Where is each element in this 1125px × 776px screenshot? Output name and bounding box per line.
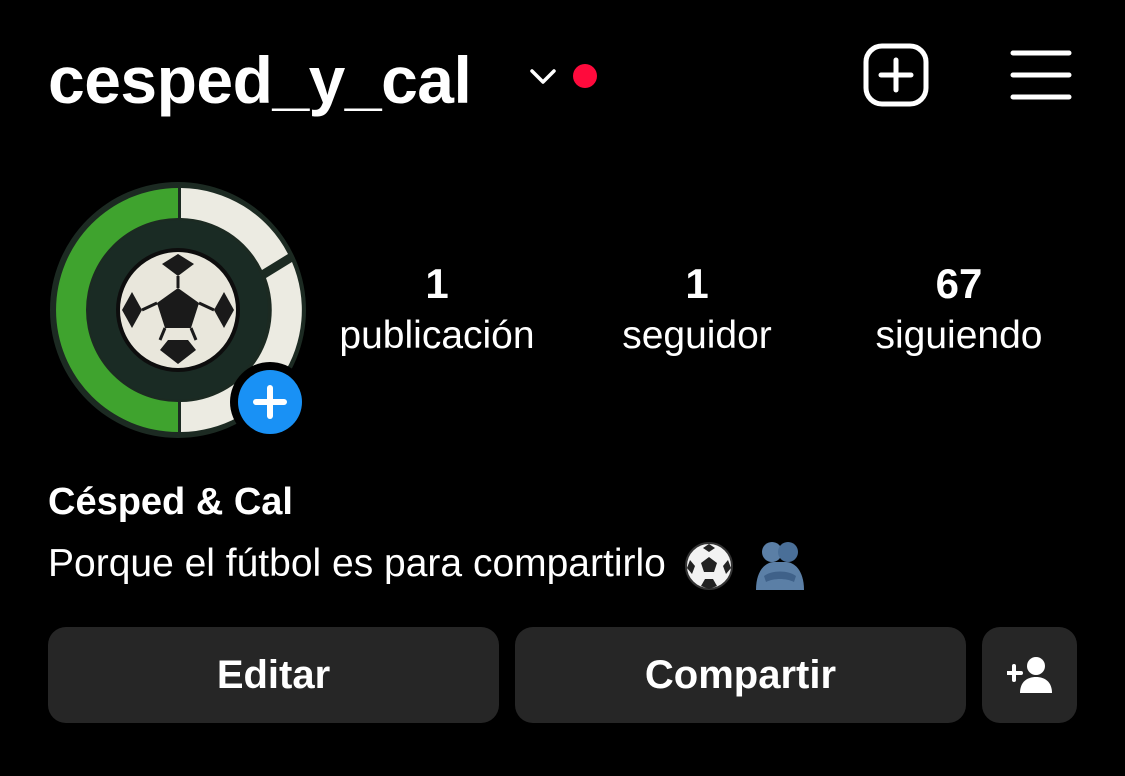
profile-page: cesped_y_cal 1 publicación 1 seguidor 67… xyxy=(0,0,1125,776)
share-profile-button[interactable]: Compartir xyxy=(515,627,966,723)
following-count[interactable]: 67 siguiendo xyxy=(858,258,1060,362)
followers-value: 1 xyxy=(685,260,709,307)
following-value: 67 xyxy=(935,260,983,307)
hamburger-menu-icon[interactable] xyxy=(1010,48,1072,102)
add-story-button[interactable] xyxy=(230,362,310,442)
discover-people-button[interactable] xyxy=(982,627,1077,723)
plus-icon xyxy=(253,385,287,419)
followers-label: seguidor xyxy=(622,314,772,357)
bio-line: Porque el fútbol es para compartirlo xyxy=(48,542,666,585)
soccer-ball-emoji-icon xyxy=(684,541,733,590)
notification-dot-icon xyxy=(573,64,597,88)
chevron-down-icon[interactable] xyxy=(526,64,560,88)
plus-square-icon[interactable] xyxy=(862,42,930,108)
posts-value: 1 xyxy=(425,260,449,307)
bio-text: Porque el fútbol es para compartirlo xyxy=(48,538,808,592)
add-person-icon xyxy=(1006,657,1052,693)
posts-count[interactable]: 1 publicación xyxy=(320,258,554,362)
display-name: Césped & Cal xyxy=(48,481,293,523)
following-label: siguiendo xyxy=(875,314,1043,357)
username-switcher[interactable]: cesped_y_cal xyxy=(48,40,472,120)
posts-label: publicación xyxy=(339,314,535,357)
people-hugging-emoji-icon xyxy=(755,541,804,590)
followers-count[interactable]: 1 seguidor xyxy=(600,258,794,362)
edit-profile-button[interactable]: Editar xyxy=(48,627,499,723)
